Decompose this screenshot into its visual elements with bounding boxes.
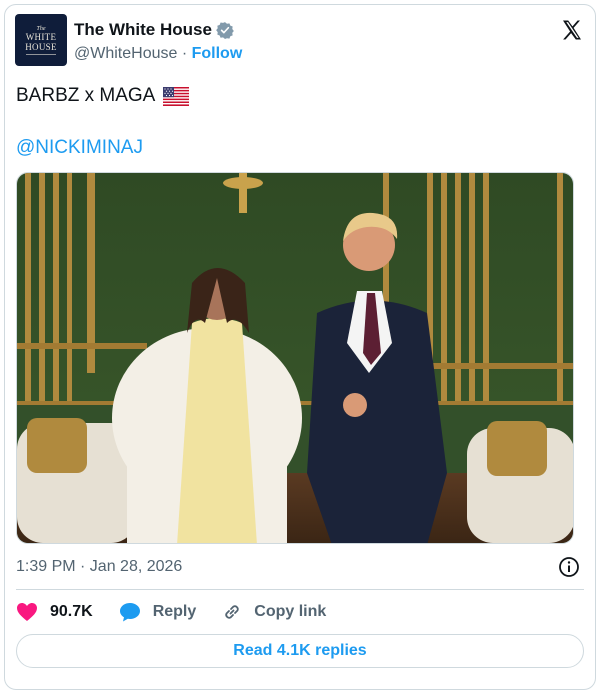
copy-link-label: Copy link [254,603,327,620]
like-count: 90.7K [50,603,93,620]
reply-label: Reply [152,603,197,620]
verified-badge-icon [216,22,234,39]
reply-bubble-icon [119,603,140,622]
avatar-text-line2: HOUSE [25,41,57,52]
tweet-text-row: BARBZ x MAGA [16,84,190,108]
author-name-row: The White House [74,20,234,40]
avatar[interactable]: The WHITE HOUSE [15,14,67,66]
link-icon [225,605,239,619]
read-replies-label: Read 4.1K replies [233,642,367,659]
mention-link[interactable]: @NICKIMINAJ [16,137,143,159]
handle-separator: · [177,45,192,62]
follow-button[interactable]: Follow [192,45,243,63]
copy-link-button[interactable]: Copy link [222,602,326,622]
author-handle[interactable]: @WhiteHouse [74,45,177,63]
read-replies-button[interactable]: Read 4.1K replies [16,634,584,668]
author-name[interactable]: The White House [74,20,212,40]
avatar-rule [26,53,56,55]
divider [16,589,584,590]
heart-icon [17,603,37,621]
handle-row: @WhiteHouse · Follow [74,45,242,63]
like-button[interactable]: 90.7K [16,602,93,622]
tweet-timestamp[interactable]: 1:39 PM · Jan 28, 2026 [16,558,182,576]
tweet-text: BARBZ x MAGA [16,85,156,106]
reply-button[interactable]: Reply [119,602,197,622]
tweet-photo[interactable] [16,172,574,544]
avatar-text-line1: WHITE [25,31,57,42]
info-icon[interactable] [558,556,580,578]
photo-illustration [17,173,573,543]
us-flag-icon [163,86,190,106]
x-logo-icon[interactable] [560,18,584,42]
action-bar: 90.7K Reply Copy link [16,600,352,624]
